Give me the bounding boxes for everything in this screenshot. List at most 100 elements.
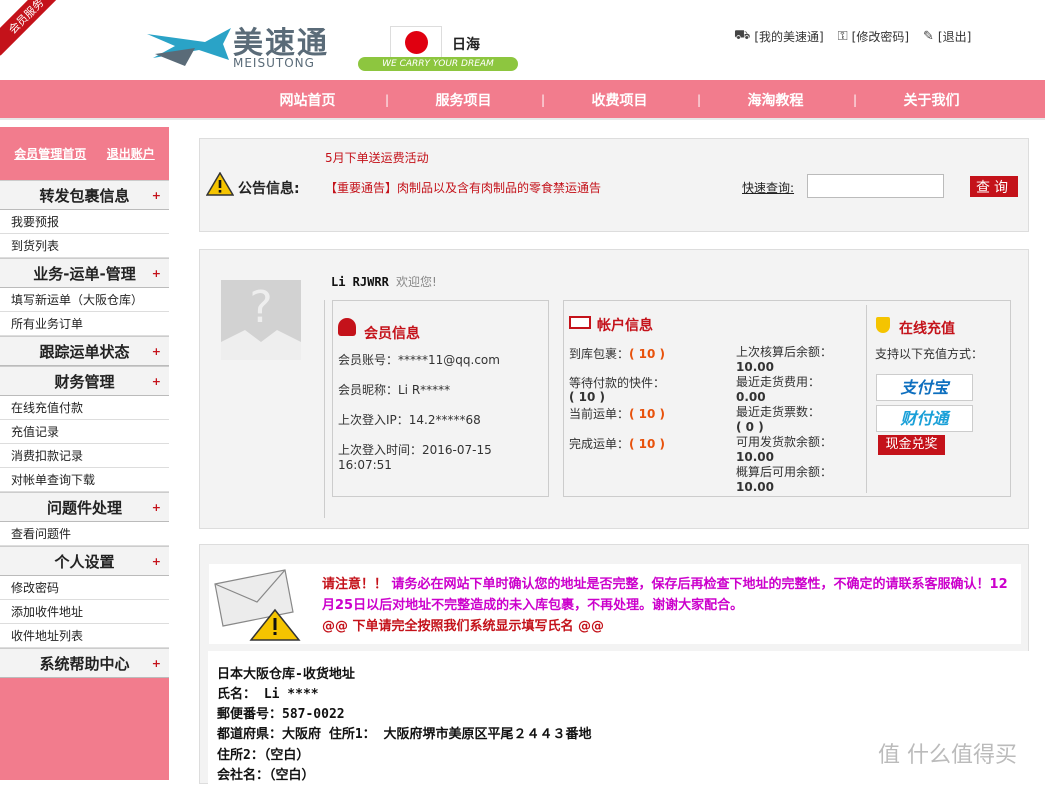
plus-icon: + (151, 656, 161, 670)
nav-fees[interactable]: 收费项目 (542, 90, 697, 110)
sidebar-section-forward[interactable]: 转发包裹信息 + (0, 180, 169, 210)
current-count[interactable]: ( 10 ) (629, 407, 665, 421)
user-icon (338, 318, 356, 336)
member-home-link[interactable]: 会员管理首页 (14, 145, 86, 162)
notice-link-ban[interactable]: 【重要通告】肉制品以及含有肉制品的零食禁运通告 (325, 179, 601, 196)
label: 当前运单： (569, 407, 630, 421)
quick-search-label[interactable]: 快速查询: (742, 179, 794, 196)
member-panel: ? Li RJWRR 欢迎您! 会员信息 会员账号：*****11@qq.com… (199, 249, 1029, 529)
slogan: WE CARRY YOUR DREAM (358, 57, 518, 71)
query-button[interactable]: 查询 (970, 176, 1018, 197)
tenpay-button[interactable]: 财付通 (876, 405, 973, 432)
plus-icon: + (151, 344, 161, 358)
address-title: 日本大阪仓库-收货地址 (217, 667, 355, 682)
sidebar-section-issues[interactable]: 问题件处理 + (0, 492, 169, 522)
alert-body: 请务必在网站下单时确认您的地址是否完整，保存后再检查下地址的完整性，不确定的请联… (322, 577, 1008, 613)
plus-icon: + (151, 374, 161, 388)
account-info-title: 帐户信息 (597, 318, 653, 334)
sidebar-section-tracking[interactable]: 跟踪运单状态 + (0, 336, 169, 366)
change-password-link[interactable]: ⚿ [修改密码] (838, 28, 909, 45)
card-icon (569, 316, 591, 329)
member-nickname: 会员昵称：Li R***** (338, 383, 451, 397)
airplane-icon (147, 28, 231, 66)
cash-redeem-button[interactable]: 现金兑奖 (878, 435, 945, 455)
alert-name-rule: @@ 下单请完全按照我们系统显示填写氏名 @@ (322, 619, 605, 634)
sidebar-item-new-order[interactable]: 填写新运单（大阪仓库） (0, 288, 169, 312)
logout-account-link[interactable]: 退出账户 (107, 145, 155, 162)
arrived-count[interactable]: ( 10 ) (629, 347, 665, 361)
address-pref: 都道府県：大阪府 住所1： 大阪府堺市美原区平尾２４４３番地 (217, 727, 592, 742)
estimate-label: 概算后可用余额： (736, 465, 833, 479)
logout-link[interactable]: ✎ [退出] (923, 28, 971, 45)
plus-icon: + (151, 266, 161, 280)
section-title: 业务-运单-管理 (33, 264, 136, 283)
waiting-count[interactable]: ( 10 ) (569, 390, 605, 404)
estimate-value: 10.00 (736, 480, 774, 494)
count-value: ( 0 ) (736, 420, 764, 434)
site-header: 会员服务 美速通 MEISUTONG 日海 WE CARRY YOUR DREA… (0, 0, 1045, 80)
arrived-label: 到库包裹：( 10 ) (569, 345, 665, 362)
my-account-link[interactable]: ⛟ [我的美速通] (734, 28, 824, 45)
sidebar-item-recharge[interactable]: 在线充值付款 (0, 396, 169, 420)
my-account-label: [我的美速通] (754, 30, 824, 44)
logo-en: MEISUTONG (233, 56, 315, 70)
sidebar-item-recharge-history[interactable]: 充值记录 (0, 420, 169, 444)
corner-badge: 会员服务 (0, 0, 66, 56)
alert-box: 请注意！！ 请务必在网站下单时确认您的地址是否完整，保存后再检查下地址的完整性，… (209, 564, 1021, 644)
waiting-label: 等待付款的快件： (569, 376, 666, 390)
sidebar-item-view-issues[interactable]: 查看问题件 (0, 522, 169, 546)
logout-label: [退出] (937, 30, 972, 44)
sidebar-item-address-list[interactable]: 收件地址列表 (0, 624, 169, 648)
sidebar-section-settings[interactable]: 个人设置 + (0, 546, 169, 576)
sidebar-item-statements[interactable]: 对帐单查询下载 (0, 468, 169, 492)
available-label: 可用发货款余额： (736, 435, 833, 449)
mail-warning-icon (214, 569, 301, 641)
warning-icon (206, 172, 234, 196)
region-label: 日海 (452, 37, 480, 53)
japan-flag-icon (390, 26, 442, 58)
address-zip: 郵便番号：587-0022 (217, 707, 345, 722)
change-password-label: [修改密码] (851, 30, 910, 44)
notice-panel: 公告信息: 5月下单送运费活动 【重要通告】肉制品以及含有肉制品的零食禁运通告 … (199, 138, 1029, 232)
sidebar-section-help[interactable]: 系统帮助中心 + (0, 648, 169, 678)
nav-about[interactable]: 关于我们 (854, 90, 1009, 110)
sidebar-item-add-address[interactable]: 添加收件地址 (0, 600, 169, 624)
section-title: 问题件处理 (46, 498, 122, 517)
nav-services[interactable]: 服务项目 (386, 90, 541, 110)
alert-lead: 请注意！！ (322, 577, 388, 592)
sidebar-item-deductions[interactable]: 消费扣款记录 (0, 444, 169, 468)
svg-text:?: ? (249, 282, 272, 333)
welcome-text: 欢迎您! (396, 275, 437, 289)
sidebar-item-forecast[interactable]: 我要预报 (0, 210, 169, 234)
recharge-title: 在线充值 (899, 321, 955, 337)
sidebar-section-orders[interactable]: 业务-运单-管理 + (0, 258, 169, 288)
section-title: 跟踪运单状态 (39, 342, 130, 361)
main-nav: 网站首页 | 服务项目 | 收费项目 | 海淘教程 | 关于我们 (0, 80, 1045, 120)
quick-search-input[interactable] (807, 174, 944, 198)
notice-link-promo[interactable]: 5月下单送运费活动 (325, 149, 429, 166)
member-last-login: 上次登入时间：2016-07-15 16:07:51 (338, 443, 492, 472)
available-value: 10.00 (736, 450, 774, 464)
sidebar-section-finance[interactable]: 财务管理 + (0, 366, 169, 396)
done-count[interactable]: ( 10 ) (629, 437, 665, 451)
nav-tutorial[interactable]: 海淘教程 (698, 90, 853, 110)
section-title: 财务管理 (54, 372, 115, 391)
truck-icon: ⛟ (734, 28, 751, 43)
sidebar-item-arrivals[interactable]: 到货列表 (0, 234, 169, 258)
plus-icon: + (151, 188, 161, 202)
recharge-divider (866, 305, 867, 493)
done-label: 完成运单：( 10 ) (569, 435, 665, 452)
sidebar-item-all-orders[interactable]: 所有业务订单 (0, 312, 169, 336)
sidebar: 会员管理首页 退出账户 转发包裹信息 + 我要预报 到货列表 业务-运单-管理 + … (0, 127, 169, 780)
alipay-button[interactable]: 支付宝 (876, 374, 973, 401)
member-info-box: 会员信息 会员账号：*****11@qq.com 会员昵称：Li R***** … (332, 300, 549, 497)
avatar: ? (221, 280, 301, 360)
nav-home[interactable]: 网站首页 (230, 90, 385, 110)
sidebar-item-change-password[interactable]: 修改密码 (0, 576, 169, 600)
address-line2: 住所2：（空白） (217, 748, 310, 763)
site-logo[interactable]: 美速通 MEISUTONG (145, 18, 360, 70)
divider (324, 300, 325, 518)
balance-label: 上次核算后余额： (736, 345, 833, 359)
section-title: 系统帮助中心 (39, 654, 130, 673)
label: 完成运单： (569, 437, 630, 451)
